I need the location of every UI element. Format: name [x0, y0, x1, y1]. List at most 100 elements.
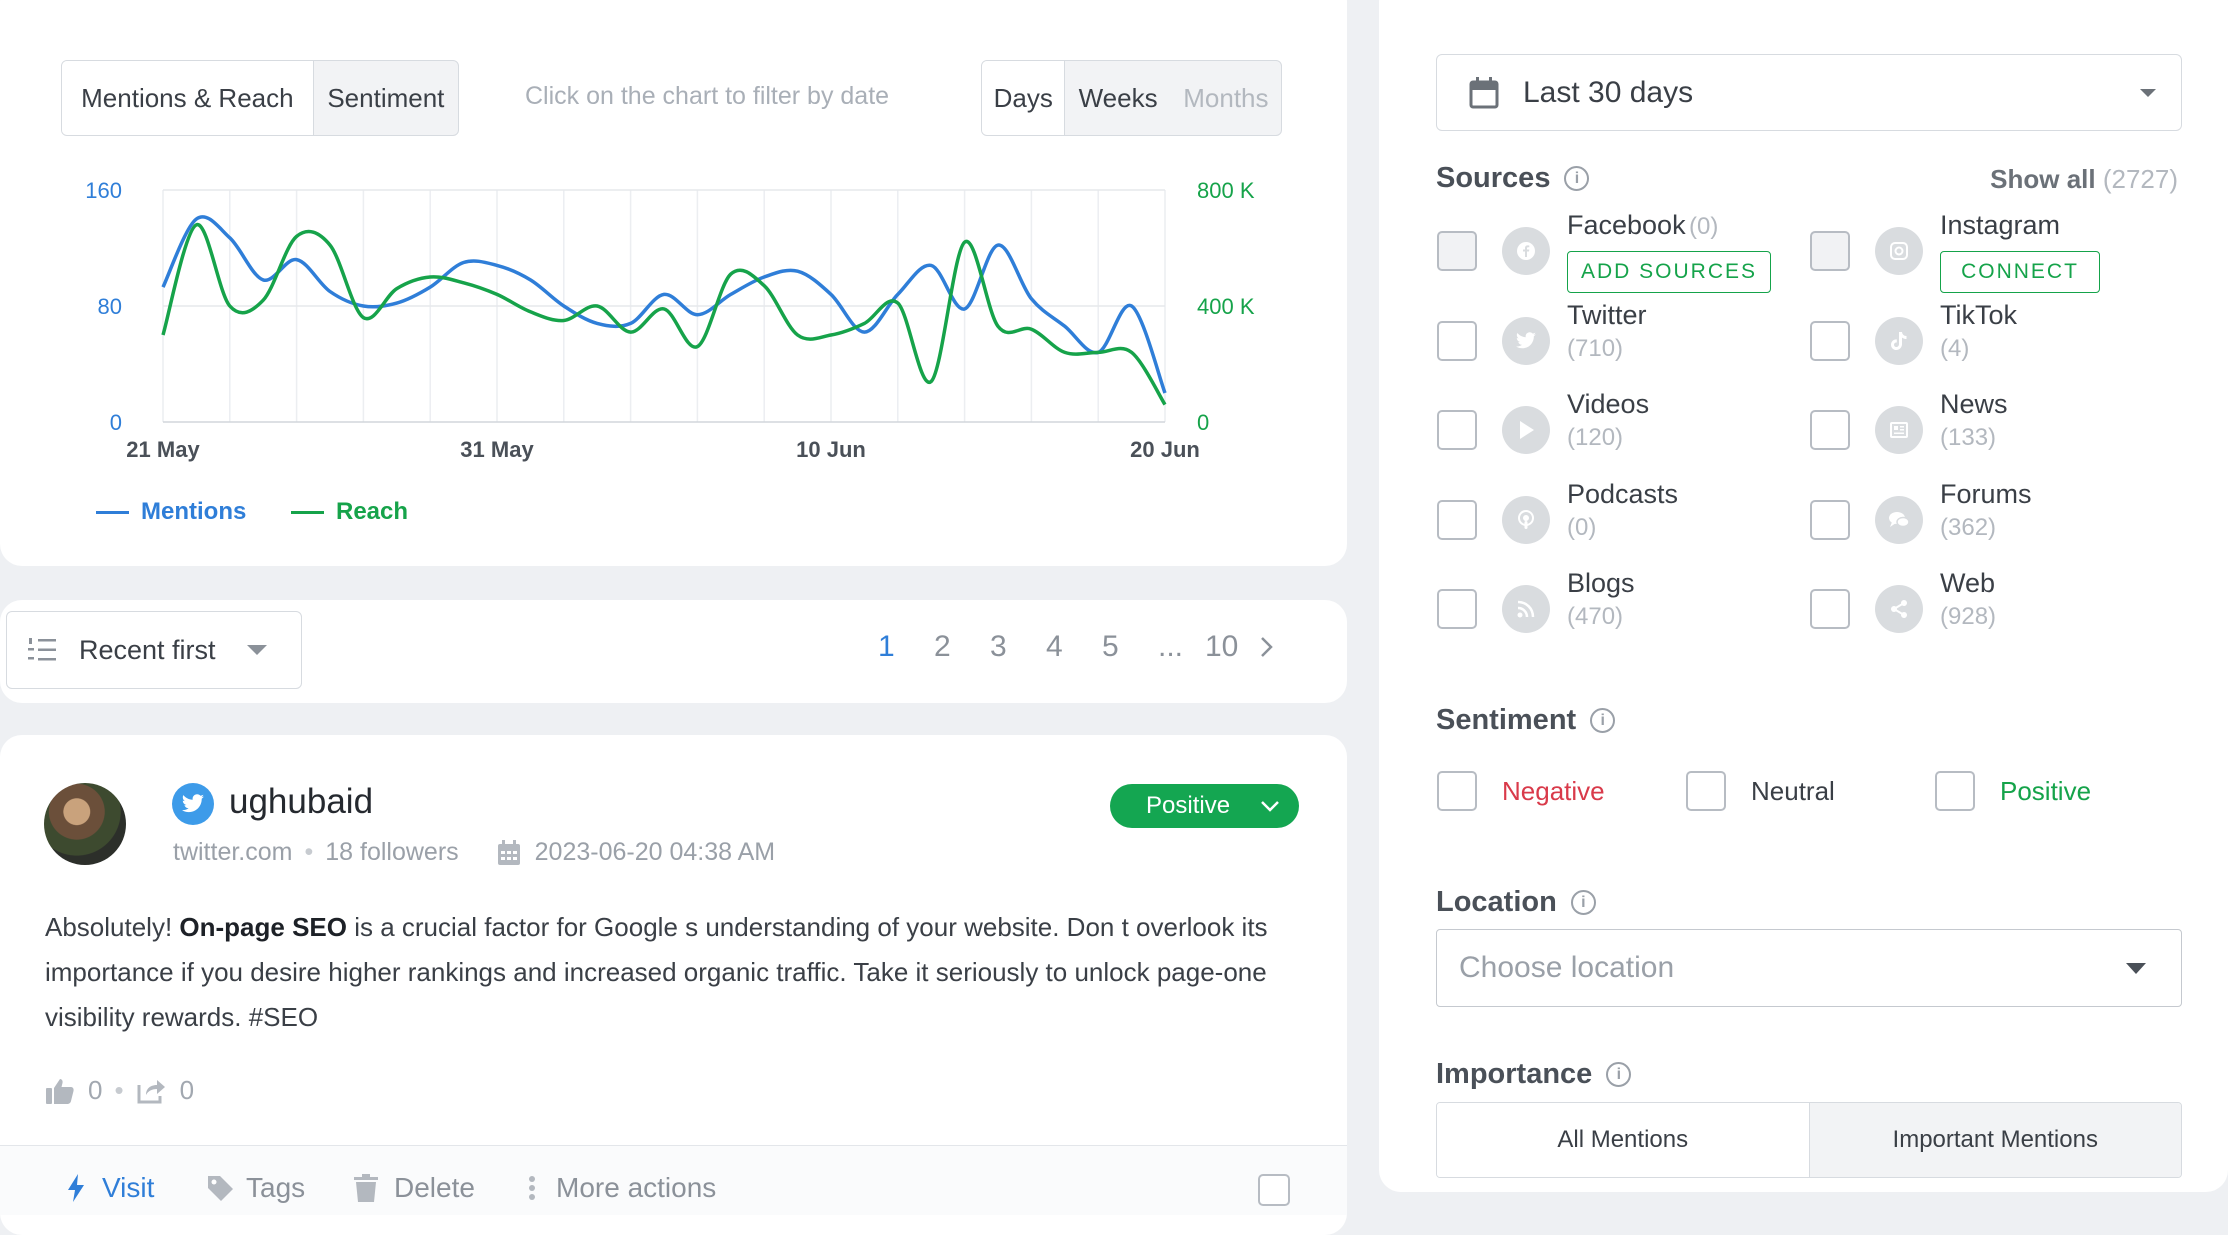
web-checkbox[interactable] — [1810, 589, 1850, 629]
visit-button[interactable]: Visit — [66, 1172, 154, 1204]
mention-stats: 0 • 0 — [46, 1075, 194, 1106]
tiktok-checkbox[interactable] — [1810, 321, 1850, 361]
podcasts-source-count: (0) — [1567, 514, 1597, 541]
info-icon[interactable]: i — [1590, 708, 1616, 733]
y-right-tick-label: 0 — [1197, 410, 1209, 435]
page-1[interactable]: 1 — [878, 630, 934, 664]
forums-checkbox[interactable] — [1810, 500, 1850, 540]
importance-title: Importance i — [1436, 1058, 1632, 1091]
legend-reach[interactable]: Reach — [291, 498, 408, 526]
chevron-down-icon — [1261, 801, 1279, 812]
mention-source[interactable]: twitter.com — [173, 838, 292, 867]
neutral-checkbox[interactable] — [1686, 771, 1726, 811]
calendar-icon — [1469, 76, 1499, 108]
tags-button[interactable]: Tags — [206, 1172, 305, 1204]
twitter-icon — [172, 783, 214, 825]
more-actions-button[interactable]: More actions — [528, 1172, 716, 1204]
show-all-link[interactable]: Show all (2727) — [1990, 164, 2178, 195]
tab-mentions-reach[interactable]: Mentions & Reach — [62, 61, 314, 135]
info-icon[interactable]: i — [1564, 166, 1590, 191]
rss-icon — [1502, 585, 1550, 633]
tab-weeks[interactable]: Weeks — [1065, 61, 1170, 135]
legend-mentions[interactable]: Mentions — [96, 498, 246, 526]
y-left-tick-label: 0 — [110, 410, 122, 435]
web-source-count: (928) — [1940, 603, 1997, 630]
news-source-count: (133) — [1940, 424, 1997, 451]
sources-title: Sources i — [1436, 162, 1590, 195]
thumbs-up-icon — [46, 1078, 74, 1104]
chevron-right-icon[interactable] — [1257, 635, 1275, 659]
location-title: Location i — [1436, 886, 1596, 919]
likes-count: 0 — [88, 1075, 103, 1105]
x-tick-label: 31 May — [460, 437, 534, 462]
negative-label[interactable]: Negative — [1502, 776, 1605, 807]
important-mentions-option[interactable]: Important Mentions — [1809, 1103, 2181, 1177]
info-icon[interactable]: i — [1570, 890, 1596, 915]
author-name[interactable]: ughubaid — [229, 782, 373, 822]
select-mention-checkbox[interactable] — [1258, 1174, 1290, 1206]
calendar-icon — [497, 839, 520, 865]
instagram-connect-button[interactable]: CONNECT — [1940, 251, 2100, 293]
chart-hint: Click on the chart to filter by date — [525, 82, 890, 110]
news-checkbox[interactable] — [1810, 410, 1850, 450]
page-3[interactable]: 3 — [990, 630, 1046, 664]
sentiment-pill[interactable]: Positive — [1110, 784, 1299, 828]
blogs-checkbox[interactable] — [1437, 589, 1477, 629]
sentiment-pill-label: Positive — [1146, 792, 1231, 819]
forums-source-count: (362) — [1940, 514, 1997, 541]
x-tick-label: 10 Jun — [796, 437, 866, 462]
all-mentions-option[interactable]: All Mentions — [1437, 1103, 1810, 1177]
page-10[interactable]: 10 — [1205, 630, 1257, 664]
location-dropdown[interactable]: Choose location — [1436, 929, 2182, 1007]
date-range-dropdown[interactable]: Last 30 days — [1436, 54, 2182, 131]
videos-source-name: Videos — [1567, 389, 1650, 419]
page-4[interactable]: 4 — [1046, 630, 1102, 664]
instagram-checkbox[interactable] — [1810, 231, 1850, 271]
x-tick-label: 21 May — [126, 437, 200, 462]
positive-label[interactable]: Positive — [2000, 776, 2091, 807]
caret-down-icon — [246, 645, 267, 655]
instagram-icon — [1875, 227, 1923, 275]
news-source-name: News — [1940, 389, 2008, 419]
videos-checkbox[interactable] — [1437, 410, 1477, 450]
podcast-icon — [1502, 496, 1550, 544]
avatar[interactable] — [44, 783, 126, 865]
sort-label: Recent first — [79, 634, 216, 665]
delete-button[interactable]: Delete — [354, 1172, 475, 1204]
meta-dot: • — [304, 838, 314, 866]
tab-months[interactable]: Months — [1171, 61, 1281, 135]
facebook-checkbox[interactable] — [1437, 231, 1477, 271]
twitter-source-count: (710) — [1567, 335, 1624, 362]
facebook-source-name: Facebook — [1567, 210, 1686, 240]
info-icon[interactable]: i — [1606, 1062, 1632, 1087]
importance-toggle: All Mentions Important Mentions — [1436, 1102, 2182, 1178]
tab-days[interactable]: Days — [982, 61, 1066, 135]
twitter-checkbox[interactable] — [1437, 321, 1477, 361]
mentions-reach-chart[interactable]: 160800800 K400 K021 May 31 May 10 Jun 20 Ju… — [0, 160, 1300, 480]
facebook-add-sources-button[interactable]: ADD SOURCES — [1567, 251, 1771, 293]
neutral-label[interactable]: Neutral — [1751, 776, 1835, 807]
negative-checkbox[interactable] — [1437, 771, 1477, 811]
page-2[interactable]: 2 — [934, 630, 990, 664]
tiktok-source-count: (4) — [1940, 335, 1970, 362]
caret-down-icon — [2140, 88, 2156, 97]
main-column: Mentions & Reach Sentiment Click on the … — [0, 0, 1347, 1235]
kebab-icon — [529, 1176, 535, 1200]
forums-source-name: Forums — [1940, 479, 2032, 509]
podcasts-checkbox[interactable] — [1437, 500, 1477, 540]
page-5[interactable]: 5 — [1102, 630, 1158, 664]
web-source-name: Web — [1940, 568, 1996, 598]
chart-type-tabs: Mentions & Reach Sentiment — [61, 60, 459, 136]
positive-checkbox[interactable] — [1935, 771, 1975, 811]
pagination: 1 2 3 4 5 ... 10 — [878, 630, 1275, 664]
tab-sentiment[interactable]: Sentiment — [314, 61, 458, 135]
shares-count: 0 — [179, 1075, 195, 1105]
sort-dropdown[interactable]: Recent first — [6, 611, 302, 689]
podcasts-source-name: Podcasts — [1567, 479, 1679, 509]
lightning-icon — [68, 1174, 84, 1202]
tiktok-source-name: TikTok — [1940, 300, 2018, 330]
sentiment-filter-title: Sentiment i — [1436, 704, 1616, 737]
trash-icon — [354, 1174, 378, 1202]
y-left-tick-label: 80 — [98, 294, 122, 319]
highlighted-keyword: On-page SEO — [179, 912, 347, 942]
